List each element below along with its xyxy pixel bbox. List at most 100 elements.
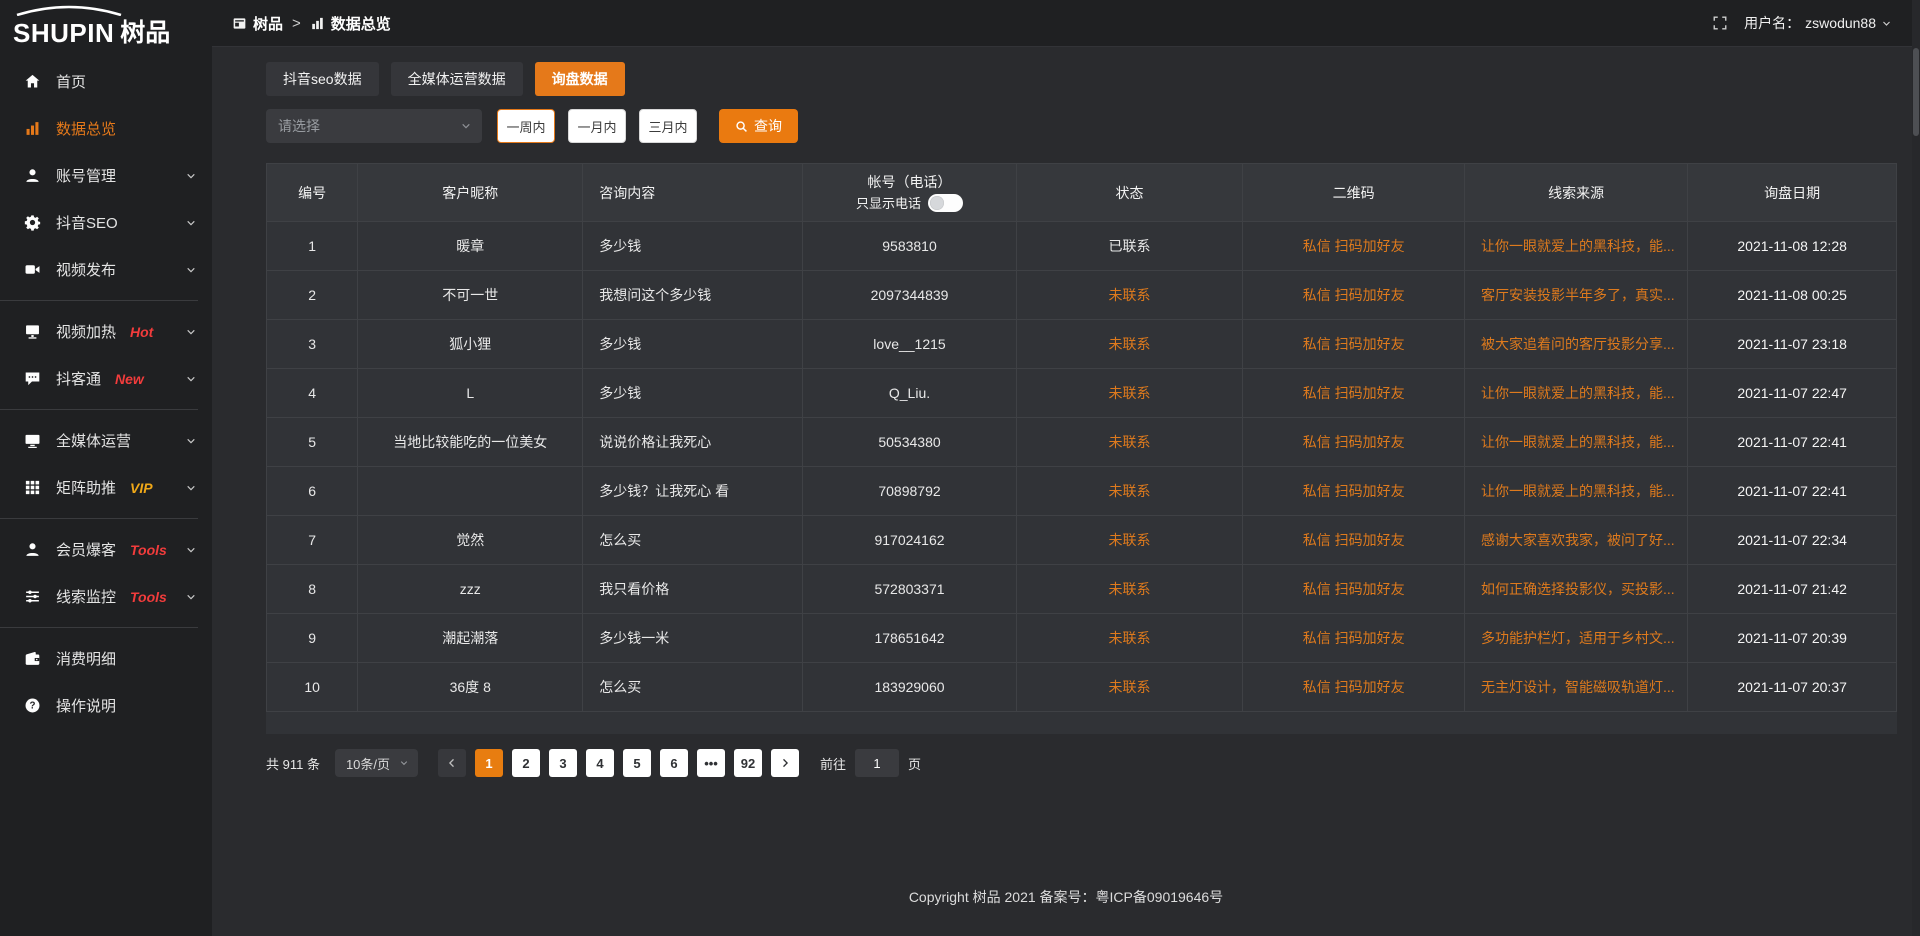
tab-douyin-seo-data[interactable]: 抖音seo数据 bbox=[266, 62, 379, 96]
main-area: 树品 > 数据总览 用户名： zswodun88 抖音seo数据全媒体运营数据询盘数… bbox=[212, 0, 1920, 936]
source-link[interactable]: 让你一眼就爱上的黑科技，能... bbox=[1465, 467, 1688, 516]
sidebar-item-account-management[interactable]: 账号管理 bbox=[0, 152, 212, 199]
sidebar-item-badge: Hot bbox=[130, 324, 153, 340]
qrcode-links[interactable]: 私信 扫码加好友 bbox=[1243, 222, 1465, 271]
source-link[interactable]: 让你一眼就爱上的黑科技，能... bbox=[1465, 418, 1688, 467]
table-row: 2不可一世我想问这个多少钱2097344839未联系私信 扫码加好友客厅安装投影… bbox=[267, 271, 1897, 320]
account-cell: 9583810 bbox=[803, 222, 1017, 271]
source-link[interactable]: 让你一眼就爱上的黑科技，能... bbox=[1465, 369, 1688, 418]
date-range-buttons: 一周内一月内三月内 bbox=[497, 109, 697, 143]
page-button-92[interactable]: 92 bbox=[734, 749, 762, 777]
chevron-down-icon bbox=[460, 120, 472, 132]
sidebar-item-matrix-boost[interactable]: 矩阵助推VIP bbox=[0, 464, 212, 511]
goto-group: 前往页 bbox=[820, 749, 921, 777]
scrollbar-thumb[interactable] bbox=[1913, 48, 1919, 136]
range-button[interactable]: 一周内 bbox=[497, 109, 555, 143]
date-cell: 2021-11-08 00:25 bbox=[1688, 271, 1897, 320]
logo[interactable]: SHUPIN 树品 bbox=[0, 0, 212, 50]
status-cell: 未联系 bbox=[1016, 614, 1243, 663]
date-cell: 2021-11-07 22:41 bbox=[1688, 418, 1897, 467]
sidebar-item-operation-guide[interactable]: ?操作说明 bbox=[0, 682, 212, 729]
sidebar-item-douketong[interactable]: 抖客通New bbox=[0, 355, 212, 402]
nickname-cell: 不可一世 bbox=[358, 271, 583, 320]
source-link[interactable]: 无主灯设计，智能磁吸轨道灯... bbox=[1465, 663, 1688, 712]
breadcrumb-item[interactable]: 数据总览 bbox=[310, 13, 391, 34]
tab-omni-media-data[interactable]: 全媒体运营数据 bbox=[391, 62, 523, 96]
page-size-select[interactable]: 10条/页 bbox=[335, 749, 418, 777]
copyright-text: Copyright 树品 2021 备案号：粤ICP备09019646号 bbox=[909, 887, 1223, 907]
page-button-5[interactable]: 5 bbox=[623, 749, 651, 777]
qrcode-links[interactable]: 私信 扫码加好友 bbox=[1243, 565, 1465, 614]
sidebar-item-data-overview[interactable]: 数据总览 bbox=[0, 105, 212, 152]
prev-page-button[interactable] bbox=[438, 749, 466, 777]
account-cell: 50534380 bbox=[803, 418, 1017, 467]
sidebar-item-consume-detail[interactable]: 消费明细 bbox=[0, 635, 212, 682]
table-header-row: 编号客户昵称咨询内容帐号（电话）只显示电话状态二维码线索来源询盘日期 bbox=[267, 164, 1897, 222]
content-cell: 怎么买 bbox=[583, 516, 803, 565]
page-button-6[interactable]: 6 bbox=[660, 749, 688, 777]
scrollbar-track[interactable] bbox=[1912, 0, 1920, 936]
qrcode-links[interactable]: 私信 扫码加好友 bbox=[1243, 516, 1465, 565]
qrcode-links[interactable]: 私信 扫码加好友 bbox=[1243, 271, 1465, 320]
logo-arc-icon bbox=[13, 5, 125, 16]
page-button-1[interactable]: 1 bbox=[475, 749, 503, 777]
chevron-down-icon bbox=[185, 435, 197, 447]
query-button[interactable]: 查询 bbox=[719, 109, 798, 143]
page-button-2[interactable]: 2 bbox=[512, 749, 540, 777]
sidebar-item-video-heat[interactable]: 视频加热Hot bbox=[0, 308, 212, 355]
qrcode-links[interactable]: 私信 扫码加好友 bbox=[1243, 614, 1465, 663]
sidebar-item-omni-media[interactable]: 全媒体运营 bbox=[0, 417, 212, 464]
table-row: 1暖章多少钱9583810已联系私信 扫码加好友让你一眼就爱上的黑科技，能...… bbox=[267, 222, 1897, 271]
qrcode-links[interactable]: 私信 扫码加好友 bbox=[1243, 320, 1465, 369]
account-select[interactable]: 请选择 bbox=[266, 109, 482, 143]
sidebar-item-video-publish[interactable]: 视频发布 bbox=[0, 246, 212, 293]
breadcrumb: 树品 > 数据总览 bbox=[232, 13, 391, 34]
table-row: 1036度 8怎么买183929060未联系私信 扫码加好友无主灯设计，智能磁吸… bbox=[267, 663, 1897, 712]
user-menu[interactable]: 用户名： zswodun88 bbox=[1744, 13, 1892, 33]
row-number-cell: 4 bbox=[267, 369, 358, 418]
phone-only-toggle[interactable] bbox=[928, 194, 963, 212]
breadcrumb-item[interactable]: 树品 bbox=[232, 13, 283, 34]
date-cell: 2021-11-07 22:47 bbox=[1688, 369, 1897, 418]
account-cell: love__1215 bbox=[803, 320, 1017, 369]
range-button[interactable]: 三月内 bbox=[639, 109, 697, 143]
qrcode-links[interactable]: 私信 扫码加好友 bbox=[1243, 467, 1465, 516]
source-link[interactable]: 客厅安装投影半年多了，真实... bbox=[1465, 271, 1688, 320]
breadcrumb-separator: > bbox=[292, 15, 301, 32]
source-link[interactable]: 感谢大家喜欢我家，被问了好... bbox=[1465, 516, 1688, 565]
status-cell: 未联系 bbox=[1016, 271, 1243, 320]
page-ellipsis[interactable]: ••• bbox=[697, 749, 725, 777]
status-cell: 未联系 bbox=[1016, 418, 1243, 467]
account-cell: 2097344839 bbox=[803, 271, 1017, 320]
sidebar-item-label: 操作说明 bbox=[56, 695, 116, 716]
gear-icon bbox=[24, 214, 41, 231]
wallet-icon bbox=[24, 650, 41, 667]
page-button-3[interactable]: 3 bbox=[549, 749, 577, 777]
sidebar-item-member-baoke[interactable]: 会员爆客Tools bbox=[0, 526, 212, 573]
date-cell: 2021-11-07 22:41 bbox=[1688, 467, 1897, 516]
source-link[interactable]: 如何正确选择投影仪，买投影... bbox=[1465, 565, 1688, 614]
row-number-cell: 9 bbox=[267, 614, 358, 663]
sidebar-item-label: 消费明细 bbox=[56, 648, 116, 669]
column-header-label: 帐号（电话） bbox=[811, 173, 1008, 192]
qrcode-links[interactable]: 私信 扫码加好友 bbox=[1243, 663, 1465, 712]
comment-icon bbox=[24, 370, 41, 387]
fullscreen-icon[interactable] bbox=[1712, 15, 1728, 31]
page-button-4[interactable]: 4 bbox=[586, 749, 614, 777]
source-link[interactable]: 让你一眼就爱上的黑科技，能... bbox=[1465, 222, 1688, 271]
source-link[interactable]: 被大家追着问的客厅投影分享... bbox=[1465, 320, 1688, 369]
sidebar-item-home[interactable]: 首页 bbox=[0, 58, 212, 105]
qrcode-links[interactable]: 私信 扫码加好友 bbox=[1243, 418, 1465, 467]
goto-page-input[interactable] bbox=[855, 749, 899, 777]
nickname-cell: 狐小狸 bbox=[358, 320, 583, 369]
qrcode-links[interactable]: 私信 扫码加好友 bbox=[1243, 369, 1465, 418]
tab-inquiry-data[interactable]: 询盘数据 bbox=[535, 62, 625, 96]
next-page-button[interactable] bbox=[771, 749, 799, 777]
range-button[interactable]: 一月内 bbox=[568, 109, 626, 143]
row-number-cell: 3 bbox=[267, 320, 358, 369]
source-link[interactable]: 多功能护栏灯，适用于乡村文... bbox=[1465, 614, 1688, 663]
sidebar-item-label: 抖音SEO bbox=[56, 212, 118, 233]
sidebar-item-clue-monitor[interactable]: 线索监控Tools bbox=[0, 573, 212, 620]
pagination: 共 911 条10条/页123456•••92前往页 bbox=[266, 749, 1897, 777]
sidebar-item-douyin-seo[interactable]: 抖音SEO bbox=[0, 199, 212, 246]
